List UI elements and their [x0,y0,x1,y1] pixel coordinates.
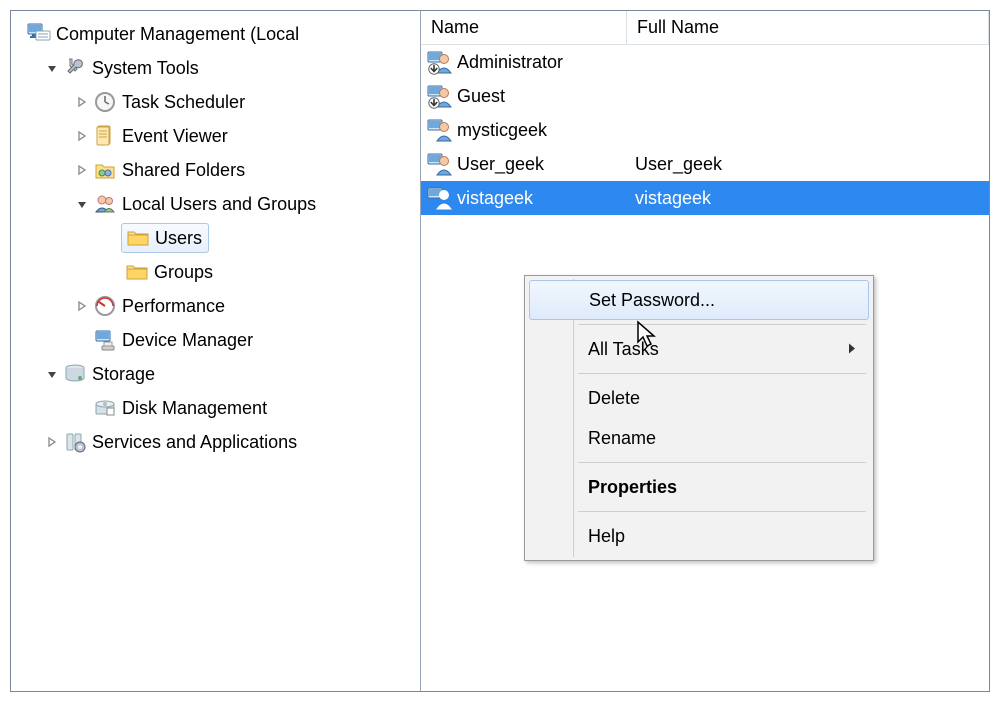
tree-label: System Tools [92,58,199,79]
tree-label: Storage [92,364,155,385]
user-name: Administrator [457,52,563,73]
expander-closed-icon[interactable] [75,299,89,313]
folder-icon [124,224,152,252]
list-header: Name Full Name [421,11,989,45]
menu-separator [578,324,866,325]
expander-open-icon[interactable] [75,197,89,211]
menu-item-help[interactable]: Help [528,516,870,556]
user-icon [427,151,453,177]
column-header-fullname[interactable]: Full Name [627,11,989,44]
disk-management-icon [91,394,119,422]
expander-closed-icon[interactable] [75,163,89,177]
menu-item-properties[interactable]: Properties [528,467,870,507]
tree-label: Device Manager [122,330,253,351]
menu-item-label: Delete [588,388,640,409]
user-fullname: vistageek [635,188,711,209]
expander-closed-icon[interactable] [45,435,59,449]
list-body: Administrator Guest mysticgeek [421,45,989,215]
menu-separator [578,462,866,463]
context-menu: Set Password... All Tasks Delete Rename … [524,275,874,561]
tree-item-performance[interactable]: Performance [11,289,420,323]
tree-label: Task Scheduler [122,92,245,113]
tree-item-event-viewer[interactable]: Event Viewer [11,119,420,153]
expander-closed-icon[interactable] [75,95,89,109]
tree-item-users[interactable]: Users [11,221,420,255]
tree-item-task-scheduler[interactable]: Task Scheduler [11,85,420,119]
table-row[interactable]: mysticgeek [421,113,989,147]
table-row[interactable]: Guest [421,79,989,113]
menu-item-label: All Tasks [588,339,659,360]
tree-item-device-manager[interactable]: Device Manager [11,323,420,357]
device-manager-icon [91,326,119,354]
table-row[interactable]: vistageek vistageek [421,181,989,215]
menu-separator [578,373,866,374]
tree-pane: Computer Management (Local System Tools [11,11,421,691]
column-header-name[interactable]: Name [421,11,627,44]
tree-label: Shared Folders [122,160,245,181]
table-row[interactable]: User_geek User_geek [421,147,989,181]
user-name: User_geek [457,154,544,175]
tree-item-groups[interactable]: Groups [11,255,420,289]
clock-icon [91,88,119,116]
expander-closed-icon[interactable] [75,129,89,143]
tree-label: Local Users and Groups [122,194,316,215]
menu-item-label: Properties [588,477,677,498]
tree-label: Disk Management [122,398,267,419]
system-tools-icon [61,54,89,82]
menu-item-all-tasks[interactable]: All Tasks [528,329,870,369]
user-name: vistageek [457,188,533,209]
user-name: Guest [457,86,505,107]
tree-label: Groups [154,262,213,283]
folder-icon [123,258,151,286]
tree-item-storage[interactable]: Storage [11,357,420,391]
menu-item-set-password[interactable]: Set Password... [529,280,869,320]
computer-management-icon [25,20,53,48]
tree-label: Performance [122,296,225,317]
user-fullname: User_geek [635,154,722,175]
menu-separator [578,511,866,512]
user-icon [427,83,453,109]
tree-label: Users [155,228,202,249]
user-icon [427,185,453,211]
column-label: Full Name [637,17,719,38]
column-label: Name [431,17,479,38]
menu-item-label: Help [588,526,625,547]
tree-item-shared-folders[interactable]: Shared Folders [11,153,420,187]
performance-icon [91,292,119,320]
storage-icon [61,360,89,388]
tree-item-computer-management[interactable]: Computer Management (Local [11,17,420,51]
user-icon [427,117,453,143]
tree-label: Services and Applications [92,432,297,453]
menu-item-label: Set Password... [589,290,715,311]
expander-open-icon[interactable] [45,367,59,381]
user-icon [427,49,453,75]
event-viewer-icon [91,122,119,150]
tree-item-disk-management[interactable]: Disk Management [11,391,420,425]
shared-folders-icon [91,156,119,184]
user-name: mysticgeek [457,120,547,141]
tree-item-system-tools[interactable]: System Tools [11,51,420,85]
submenu-arrow-icon [848,339,856,360]
tree-item-services-apps[interactable]: Services and Applications [11,425,420,459]
tree-item-local-users-groups[interactable]: Local Users and Groups [11,187,420,221]
tree-label: Event Viewer [122,126,228,147]
services-apps-icon [61,428,89,456]
menu-item-delete[interactable]: Delete [528,378,870,418]
menu-item-label: Rename [588,428,656,449]
tree-label: Computer Management (Local [56,24,299,45]
expander-open-icon[interactable] [45,61,59,75]
table-row[interactable]: Administrator [421,45,989,79]
menu-item-rename[interactable]: Rename [528,418,870,458]
users-groups-icon [91,190,119,218]
